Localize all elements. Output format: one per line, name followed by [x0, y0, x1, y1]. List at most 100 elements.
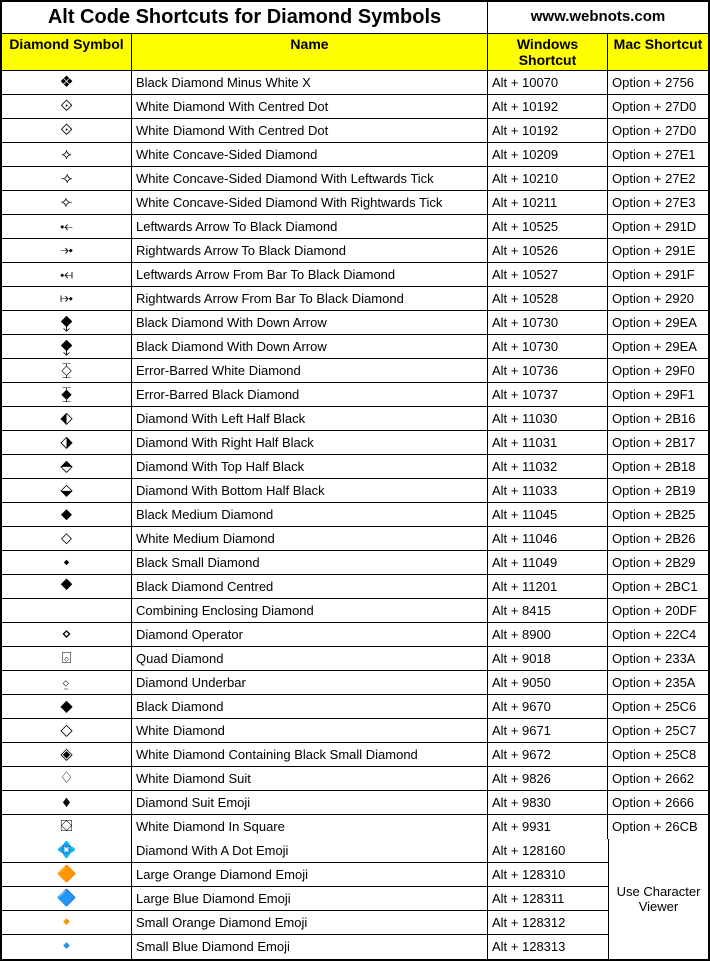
cell-name: Black Diamond Centred — [132, 575, 488, 598]
cell-name: Black Small Diamond — [132, 551, 488, 574]
cell-windows-shortcut: Alt + 128313 — [488, 935, 608, 959]
cell-name: White Diamond Containing Black Small Dia… — [132, 743, 488, 766]
cell-name: Black Diamond — [132, 695, 488, 718]
cell-mac-shortcut: Option + 22C4 — [608, 623, 708, 646]
cell-mac-shortcut: Option + 27E2 — [608, 167, 708, 190]
table-row: 🔸Small Orange Diamond EmojiAlt + 128312 — [2, 911, 608, 935]
cell-symbol: ⛋ — [2, 815, 132, 839]
header-windows: Windows Shortcut — [488, 34, 608, 70]
cell-mac-shortcut: Option + 291F — [608, 263, 708, 286]
cell-windows-shortcut: Alt + 11033 — [488, 479, 608, 502]
cell-mac-shortcut: Option + 29EA — [608, 335, 708, 358]
table-row: ⬗Diamond With Right Half BlackAlt + 1103… — [2, 431, 708, 455]
title-row: Alt Code Shortcuts for Diamond Symbols w… — [2, 2, 708, 34]
cell-symbol: ⟐ — [2, 119, 132, 142]
table-row: ⟢White Concave-Sided Diamond With Leftwa… — [2, 167, 708, 191]
bottom-section: 💠Diamond With A Dot EmojiAlt + 128160🔶La… — [2, 839, 708, 959]
cell-symbol: ◆ — [2, 695, 132, 718]
table-row: ⟐White Diamond With Centred DotAlt + 101… — [2, 119, 708, 143]
cell-name: Diamond With Top Half Black — [132, 455, 488, 478]
cell-mac-shortcut: Option + 27E1 — [608, 143, 708, 166]
table-row: 🔷Large Blue Diamond EmojiAlt + 128311 — [2, 887, 608, 911]
cell-windows-shortcut: Alt + 10209 — [488, 143, 608, 166]
cell-name: Leftwards Arrow From Bar To Black Diamon… — [132, 263, 488, 286]
cell-windows-shortcut: Alt + 10192 — [488, 95, 608, 118]
cell-windows-shortcut: Alt + 10730 — [488, 335, 608, 358]
cell-mac-shortcut: Option + 291D — [608, 215, 708, 238]
cell-windows-shortcut: Alt + 11049 — [488, 551, 608, 574]
table-row: ⌺Quad DiamondAlt + 9018Option + 233A — [2, 647, 708, 671]
cell-mac-shortcut: Option + 2B18 — [608, 455, 708, 478]
table-row: ⟐White Diamond With Centred DotAlt + 101… — [2, 95, 708, 119]
cell-mac-shortcut: Option + 2756 — [608, 71, 708, 94]
cell-windows-shortcut: Alt + 11031 — [488, 431, 608, 454]
cell-windows-shortcut: Alt + 10210 — [488, 167, 608, 190]
table-row: ⧰Error-Barred White DiamondAlt + 10736Op… — [2, 359, 708, 383]
table-row: ⛋White Diamond In SquareAlt + 9931Option… — [2, 815, 708, 839]
cell-windows-shortcut: Alt + 10730 — [488, 311, 608, 334]
table-row: ⍚Diamond UnderbarAlt + 9050Option + 235A — [2, 671, 708, 695]
cell-windows-shortcut: Alt + 9018 — [488, 647, 608, 670]
cell-windows-shortcut: Alt + 128312 — [488, 911, 608, 934]
table-row: ⬩Black Small DiamondAlt + 11049Option + … — [2, 551, 708, 575]
page-title: Alt Code Shortcuts for Diamond Symbols — [2, 2, 488, 33]
cell-symbol: ◇ — [2, 719, 132, 742]
cell-name: White Medium Diamond — [132, 527, 488, 550]
cell-windows-shortcut: Alt + 9670 — [488, 695, 608, 718]
cell-symbol: ⧪ — [2, 311, 132, 334]
cell-symbol: ⌺ — [2, 647, 132, 670]
cell-name: Black Diamond With Down Arrow — [132, 335, 488, 358]
cell-name: Leftwards Arrow To Black Diamond — [132, 215, 488, 238]
cell-mac-shortcut: Option + 2B29 — [608, 551, 708, 574]
cell-symbol: 🔶 — [2, 863, 132, 886]
cell-windows-shortcut: Alt + 10527 — [488, 263, 608, 286]
cell-mac-shortcut: Option + 25C8 — [608, 743, 708, 766]
cell-symbol: ⟐ — [2, 95, 132, 118]
cell-name: White Concave-Sided Diamond With Rightwa… — [132, 191, 488, 214]
cell-name: Black Diamond Minus White X — [132, 71, 488, 94]
cell-mac-shortcut: Option + 2BC1 — [608, 575, 708, 598]
cell-name: White Diamond With Centred Dot — [132, 95, 488, 118]
table-row: ⧪Black Diamond With Down ArrowAlt + 1073… — [2, 335, 708, 359]
cell-name: Diamond Underbar — [132, 671, 488, 694]
cell-symbol: 🔸 — [2, 911, 132, 934]
cell-symbol: ⤝ — [2, 215, 132, 238]
table-row: ❖Black Diamond Minus White XAlt + 10070O… — [2, 71, 708, 95]
cell-symbol: ⧪ — [2, 335, 132, 358]
cell-windows-shortcut: Alt + 8900 — [488, 623, 608, 646]
cell-symbol: ⤟ — [2, 263, 132, 286]
cell-symbol: ⬙ — [2, 479, 132, 502]
cell-windows-shortcut: Alt + 128311 — [488, 887, 608, 910]
header-mac: Mac Shortcut — [608, 34, 708, 70]
cell-windows-shortcut: Alt + 10737 — [488, 383, 608, 406]
cell-name: Diamond With A Dot Emoji — [132, 839, 488, 862]
cell-symbol: ⧰ — [2, 359, 132, 382]
cell-name: Black Diamond With Down Arrow — [132, 311, 488, 334]
cell-name: Rightwards Arrow From Bar To Black Diamo… — [132, 287, 488, 310]
cell-windows-shortcut: Alt + 9671 — [488, 719, 608, 742]
cell-mac-shortcut: Option + 29F0 — [608, 359, 708, 382]
cell-windows-shortcut: Alt + 11032 — [488, 455, 608, 478]
cell-windows-shortcut: Alt + 9050 — [488, 671, 608, 694]
cell-windows-shortcut: Alt + 8415 — [488, 599, 608, 622]
cell-windows-shortcut: Alt + 11046 — [488, 527, 608, 550]
cell-mac-shortcut: Option + 27D0 — [608, 95, 708, 118]
cell-symbol: ⯁ — [2, 575, 132, 598]
cell-symbol: ⬗ — [2, 431, 132, 454]
cell-symbol: ◈ — [2, 743, 132, 766]
table-row: ⟡White Concave-Sided DiamondAlt + 10209O… — [2, 143, 708, 167]
cell-windows-shortcut: Alt + 10211 — [488, 191, 608, 214]
table-row: ◈White Diamond Containing Black Small Di… — [2, 743, 708, 767]
cell-name: Small Orange Diamond Emoji — [132, 911, 488, 934]
table-row: ⟣White Concave-Sided Diamond With Rightw… — [2, 191, 708, 215]
cell-mac-shortcut: Option + 235A — [608, 671, 708, 694]
cell-name: Error-Barred Black Diamond — [132, 383, 488, 406]
table-container: Alt Code Shortcuts for Diamond Symbols w… — [0, 0, 710, 961]
table-row: Combining Enclosing DiamondAlt + 8415Opt… — [2, 599, 708, 623]
cell-symbol: ⬦ — [2, 527, 132, 550]
cell-windows-shortcut: Alt + 11030 — [488, 407, 608, 430]
cell-symbol: ❖ — [2, 71, 132, 94]
table-row: ⤟Leftwards Arrow From Bar To Black Diamo… — [2, 263, 708, 287]
cell-symbol: 💠 — [2, 839, 132, 862]
header-symbol: Diamond Symbol — [2, 34, 132, 70]
